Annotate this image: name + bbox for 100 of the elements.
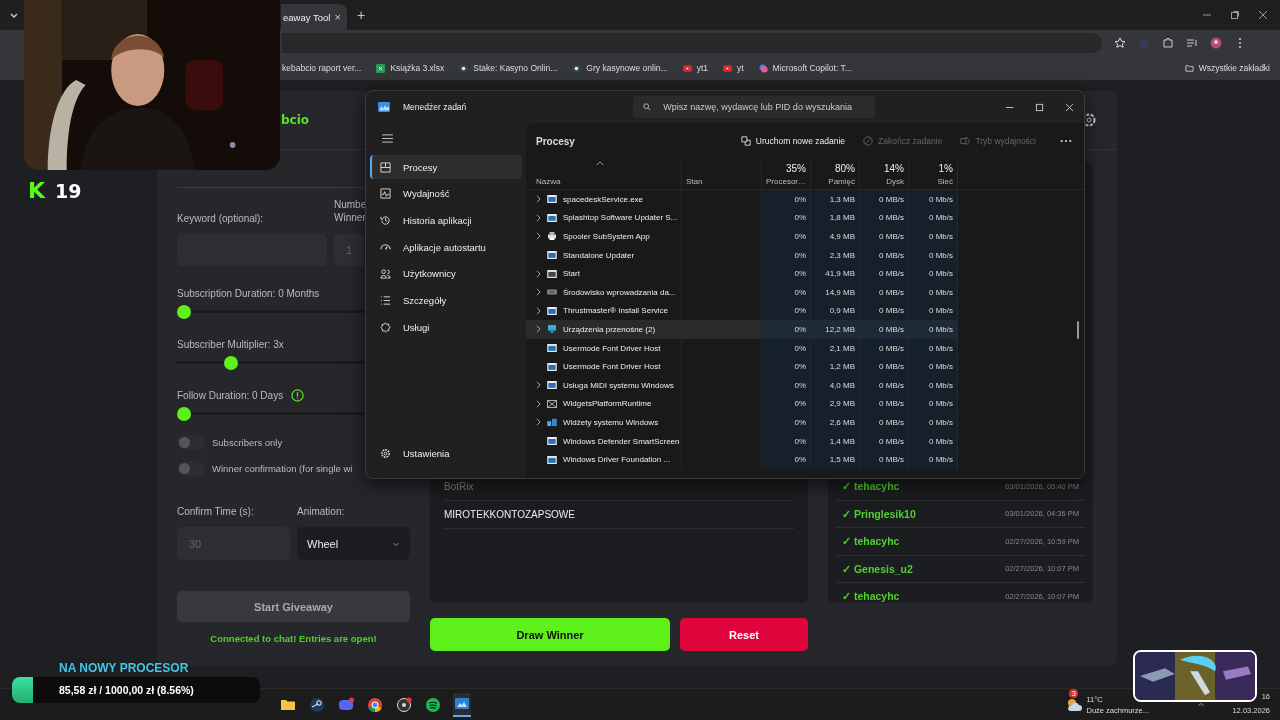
nav-item[interactable]: Wydajność bbox=[370, 181, 522, 206]
animation-label: Animation: bbox=[297, 506, 345, 517]
reset-button[interactable]: Reset bbox=[680, 618, 808, 651]
nav-item[interactable]: Aplikacje autostartu bbox=[370, 235, 522, 260]
process-row[interactable]: spacedeskService.exe 0% 1,3 MB 0 MB/s 0 Mb/s bbox=[526, 190, 957, 209]
metric-cell: 0 MB/s bbox=[860, 413, 909, 432]
metric-cell: 0% bbox=[762, 357, 811, 376]
process-name: Widżety systemu Windows bbox=[563, 417, 659, 427]
metric-cell: 0 Mb/s bbox=[909, 320, 958, 339]
search-field[interactable]: Wpisz nazwę, wydawcę lub PID do wyszukania bbox=[633, 96, 876, 118]
process-row[interactable]: Środowisko wprowadzania da... 0% 14,9 MB 0 MB/s 0 Mb/s bbox=[526, 282, 957, 302]
metric-cell: 0 Mb/s bbox=[909, 357, 958, 376]
bookmark[interactable]: yt1 bbox=[696, 63, 708, 73]
browser-tab[interactable]: eaway Tool × bbox=[281, 4, 347, 30]
bookmark[interactable]: Stake: Kasyno Onlin... bbox=[473, 63, 558, 73]
nav-item[interactable]: Procesy bbox=[370, 155, 522, 179]
process-row[interactable]: Windows Driver Foundation ... 0% 1,5 MB 0 MB/s 0 Mb/s bbox=[526, 450, 957, 469]
process-row[interactable]: Urządzenia przenośne (2) 0% 12,2 MB 0 MB/s 0 Mb/s bbox=[526, 320, 957, 339]
confirm-time-field[interactable]: 30 bbox=[177, 527, 290, 560]
toolbar-button[interactable]: Uruchom nowe zadanie bbox=[740, 136, 846, 146]
draw-winner-button[interactable]: Draw Winner bbox=[430, 618, 670, 651]
process-row[interactable]: Usermode Font Driver Host 0% 1,2 MB 0 MB/s 0 Mb/s bbox=[526, 357, 957, 376]
kick-logo: K bbox=[28, 178, 46, 203]
bookmark[interactable]: Gry kasynowe onlin... bbox=[586, 63, 668, 73]
metric-cell: 0 MB/s bbox=[860, 357, 909, 376]
process-name: Windows Defender SmartScreen bbox=[563, 436, 680, 446]
process-name: Usługa MIDI systemu Windows bbox=[563, 380, 674, 390]
column-header[interactable]: Sieć bbox=[937, 177, 953, 186]
metric-cell: 0% bbox=[762, 227, 811, 246]
column-header[interactable]: Dysk bbox=[886, 177, 904, 186]
process-row[interactable]: Splashtop Software Updater S... 0% 1,8 MB 0 MB/s 0 Mb/s bbox=[526, 208, 957, 228]
entry-name: MIROTEKKONTOZAPSOWE bbox=[444, 501, 794, 529]
metric-cell: 1,2 MB bbox=[811, 357, 860, 376]
process-row[interactable]: Usermode Font Driver Host 0% 2,1 MB 0 MB/s 0 Mb/s bbox=[526, 338, 957, 358]
bookmark[interactable]: Microsoft Copilot: T... bbox=[772, 63, 852, 73]
metric-cell: 0 Mb/s bbox=[909, 413, 958, 432]
new-tab-button[interactable]: + bbox=[353, 7, 370, 23]
settings-item[interactable]: Ustawienia bbox=[370, 441, 522, 466]
winner-name: ✓ tehacyhc bbox=[842, 480, 900, 493]
metric-cell: 1,3 MB bbox=[811, 190, 860, 209]
goal-amount: 85,58 zł / 1000,00 zł (8.56%) bbox=[58, 684, 194, 696]
process-row[interactable]: Start 0% 41,9 MB 0 MB/s 0 Mb/s bbox=[526, 264, 957, 283]
bookmark[interactable]: yt bbox=[736, 63, 744, 73]
process-name: Start bbox=[563, 269, 580, 279]
usage-percent: 80% bbox=[835, 163, 855, 174]
process-name: WidgetsPlatformRuntime bbox=[563, 399, 652, 409]
metric-cell: 0 Mb/s bbox=[909, 190, 958, 209]
nav-item[interactable]: Usługi bbox=[370, 315, 522, 340]
process-name: Windows Driver Foundation ... bbox=[563, 455, 671, 465]
metric-cell: 0 MB/s bbox=[860, 264, 909, 283]
process-name: Usermode Font Driver Host bbox=[563, 343, 661, 353]
process-name: Splashtop Software Updater S... bbox=[563, 213, 678, 223]
column-header[interactable]: Stan bbox=[686, 177, 703, 186]
start-giveaway-button[interactable]: Start Giveaway bbox=[177, 591, 410, 622]
process-name: Środowisko wprowadzania da... bbox=[563, 287, 676, 297]
winner-name: ✓ tehacyhc bbox=[842, 535, 900, 548]
process-row[interactable]: WidgetsPlatformRuntime 0% 2,9 MB 0 MB/s 0 Mb/s bbox=[526, 394, 957, 414]
page-title: Procesy bbox=[536, 135, 575, 147]
bookmark[interactable]: kebabcio raport ver... bbox=[282, 63, 362, 73]
metric-cell: 0% bbox=[762, 450, 811, 469]
process-name: spacedeskService.exe bbox=[563, 194, 644, 204]
process-name: Standalone Updater bbox=[563, 250, 635, 260]
process-row[interactable]: Widżety systemu Windows 0% 2,6 MB 0 MB/s 0 Mb/s bbox=[526, 413, 957, 432]
process-row[interactable]: Usługa MIDI systemu Windows 0% 4,0 MB 0 MB/s 0 Mb/s bbox=[526, 375, 957, 395]
metric-cell: 1,5 MB bbox=[811, 450, 860, 469]
toggle-label: Subscribers only bbox=[212, 437, 283, 448]
metric-cell: 0% bbox=[762, 264, 811, 283]
nav-item[interactable]: Historia aplikacji bbox=[370, 208, 522, 233]
metric-cell: 0 MB/s bbox=[860, 320, 909, 339]
process-row[interactable]: Spooler SubSystem App 0% 4,9 MB 0 MB/s 0 Mb/s bbox=[526, 227, 957, 246]
keyword-label: Keyword (optional): bbox=[177, 213, 265, 224]
metric-cell: 4,9 MB bbox=[811, 227, 860, 246]
all-bookmarks[interactable]: Wszystkie zakładki bbox=[1198, 63, 1270, 73]
usage-percent: 1% bbox=[938, 163, 953, 174]
process-row[interactable]: Standalone Updater 0% 2,3 MB 0 MB/s 0 Mb/s bbox=[526, 245, 957, 265]
metric-cell: 0 MB/s bbox=[860, 450, 909, 469]
column-header[interactable]: Nazwa bbox=[536, 177, 561, 186]
nav-item[interactable]: Szczegóły bbox=[370, 288, 522, 313]
winner-name: ✓ Genesis_u2 bbox=[842, 562, 913, 575]
process-name: Spooler SubSystem App bbox=[563, 232, 650, 241]
metric-cell: 0% bbox=[762, 320, 811, 339]
metric-cell: 2,6 MB bbox=[811, 413, 860, 432]
bookmark[interactable]: Książka 3.xlsx bbox=[390, 63, 445, 73]
goal-title: NA NOWY PROCESOR bbox=[58, 661, 190, 675]
viewer-count: 19 bbox=[55, 179, 82, 202]
metric-cell: 41,9 MB bbox=[811, 264, 860, 283]
process-name: Urządzenia przenośne (2) bbox=[563, 324, 656, 334]
metric-cell: 0% bbox=[762, 190, 811, 209]
metric-cell: 0 Mb/s bbox=[909, 450, 958, 469]
nav-item[interactable]: Użytkownicy bbox=[370, 261, 522, 286]
column-header[interactable]: Pamięć bbox=[828, 177, 855, 186]
slider-label: Follow Duration: 0 Days bbox=[177, 389, 284, 401]
process-name: Thrustmaster® Install Service bbox=[563, 306, 669, 316]
brand-name: bcio bbox=[281, 113, 310, 127]
winner-name: ✓ tehacyhc bbox=[842, 590, 900, 603]
animation-select[interactable]: Wheel bbox=[297, 527, 410, 560]
process-row[interactable]: Windows Defender SmartScreen 0% 1,4 MB 0 MB/s 0 Mb/s bbox=[526, 431, 957, 451]
metric-cell: 12,2 MB bbox=[811, 320, 860, 339]
column-header[interactable]: Procesor… bbox=[766, 177, 806, 186]
slider-label: Subscription Duration: 0 Months bbox=[177, 287, 320, 299]
